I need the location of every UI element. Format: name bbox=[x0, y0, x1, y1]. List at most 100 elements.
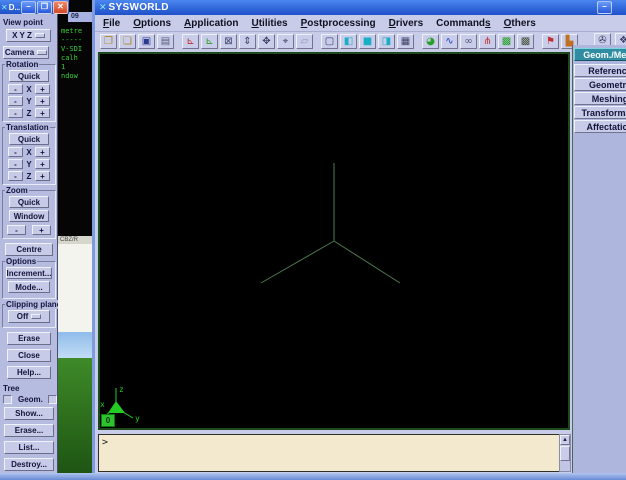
translation-quick-button[interactable]: Quick bbox=[9, 133, 49, 145]
tree-heading: Tree bbox=[3, 384, 58, 393]
translate-x-minus-button[interactable]: - bbox=[8, 147, 23, 157]
minimize-button[interactable]: – bbox=[597, 1, 612, 14]
geom-checkbox[interactable] bbox=[3, 395, 12, 404]
dialog-maximize-button[interactable]: ❒ bbox=[37, 1, 52, 14]
panel-button-reference[interactable]: Reference bbox=[574, 64, 626, 77]
zoom-label: Zoom bbox=[5, 186, 29, 195]
zoom-icon[interactable]: ⌖ bbox=[277, 34, 294, 49]
zoom-window-button[interactable]: Window bbox=[9, 210, 49, 222]
translate-x-plus-button[interactable]: + bbox=[35, 147, 50, 157]
hidden-line-cube-icon[interactable]: ◧ bbox=[340, 34, 357, 49]
menu-others[interactable]: Others bbox=[504, 18, 536, 29]
material-sphere-icon[interactable]: ◕ bbox=[422, 34, 439, 49]
bottom-edge-strip bbox=[0, 473, 626, 480]
save-icon[interactable]: ▣ bbox=[138, 34, 155, 49]
triad-y-label: y bbox=[135, 414, 140, 423]
translate-z-plus-button[interactable]: + bbox=[35, 171, 50, 181]
axis-y-label: Y bbox=[26, 97, 32, 106]
panel-button-geometry[interactable]: Geometry bbox=[574, 78, 626, 91]
dialog-minimize-button[interactable]: – bbox=[21, 1, 36, 14]
help-button[interactable]: Help... bbox=[7, 366, 51, 379]
rotate-x-minus-button[interactable]: - bbox=[8, 84, 23, 94]
translate-y-minus-button[interactable]: - bbox=[8, 159, 23, 169]
panel-button-affectation[interactable]: Affectation bbox=[574, 120, 626, 133]
titlebar[interactable]: ✕ SYSWORLD – bbox=[95, 0, 626, 15]
vertical-fit-icon[interactable]: ⇕ bbox=[239, 34, 256, 49]
glasses-icon[interactable]: ∞ bbox=[460, 34, 477, 49]
zoom-in-button[interactable]: + bbox=[32, 225, 51, 235]
tree-show-button[interactable]: Show... bbox=[4, 407, 54, 420]
menubar: File Options Application Utilities Postp… bbox=[95, 15, 626, 32]
command-input[interactable]: > bbox=[98, 434, 559, 472]
axes-icon[interactable]: ⊾ bbox=[182, 34, 199, 49]
print-icon[interactable]: ▤ bbox=[157, 34, 174, 49]
panel-button-geom-mesh[interactable]: Geom./Mesh bbox=[574, 48, 626, 61]
solid-cube-icon[interactable]: ◨ bbox=[378, 34, 395, 49]
open-file-icon[interactable]: ❐ bbox=[100, 34, 117, 49]
snapshot-icon[interactable]: ▩ bbox=[517, 34, 534, 49]
hierarchy-icon[interactable]: ⋔ bbox=[479, 34, 496, 49]
tree-destroy-button[interactable]: Destroy... bbox=[4, 458, 54, 471]
dialog-title: D... bbox=[9, 3, 20, 12]
eraser-icon[interactable]: ▱ bbox=[296, 34, 313, 49]
menu-file[interactable]: File bbox=[103, 18, 120, 29]
scroll-up-icon[interactable]: ▲ bbox=[560, 435, 570, 445]
erase-button[interactable]: Erase bbox=[7, 332, 51, 345]
menu-application[interactable]: Application bbox=[184, 18, 238, 29]
rotate-y-minus-button[interactable]: - bbox=[8, 96, 23, 106]
command-scrollbar[interactable]: ▲ bbox=[559, 434, 571, 472]
rotate-z-plus-button[interactable]: + bbox=[35, 108, 50, 118]
rotate-y-plus-button[interactable]: + bbox=[35, 96, 50, 106]
camera-option-menu[interactable]: Camera bbox=[3, 46, 49, 59]
screen: 09 metre ----- V-SDI calh 1 ndow CBZ/R v… bbox=[0, 0, 626, 480]
xyz-option-menu[interactable]: X Y Z bbox=[6, 29, 51, 42]
tree-erase-button[interactable]: Erase... bbox=[4, 424, 54, 437]
panel-button-meshing[interactable]: Meshing bbox=[574, 92, 626, 105]
zoom-quick-button[interactable]: Quick bbox=[9, 196, 49, 208]
zoom-out-button[interactable]: - bbox=[7, 225, 26, 235]
clipping-option-menu[interactable]: Off bbox=[8, 310, 50, 323]
increment-button[interactable]: Increment... bbox=[6, 267, 52, 279]
translation-group: Translation Quick - X + - Y + - Z + bbox=[2, 127, 56, 185]
rotation-quick-button[interactable]: Quick bbox=[9, 70, 49, 82]
menu-options[interactable]: Options bbox=[133, 18, 171, 29]
fit-view-icon[interactable]: ⊠ bbox=[220, 34, 237, 49]
wallpaper-sky bbox=[58, 332, 94, 358]
tree-list-button[interactable]: List... bbox=[4, 441, 54, 454]
centre-button[interactable]: Centre bbox=[5, 243, 53, 256]
pan-icon[interactable]: ✥ bbox=[258, 34, 275, 49]
mesh-cube-icon[interactable]: ▦ bbox=[397, 34, 414, 49]
menu-drivers[interactable]: Drivers bbox=[389, 18, 423, 29]
options-label: Options bbox=[5, 257, 37, 266]
curve-plot-icon[interactable]: ∿ bbox=[441, 34, 458, 49]
corner-axes-icon[interactable]: ⊾ bbox=[201, 34, 218, 49]
image-icon[interactable]: ▩ bbox=[498, 34, 515, 49]
rotate-z-minus-button[interactable]: - bbox=[8, 108, 23, 118]
close-button[interactable]: Close bbox=[7, 349, 51, 362]
wireframe-cube-icon[interactable]: ▢ bbox=[321, 34, 338, 49]
rotate-x-plus-button[interactable]: + bbox=[35, 84, 50, 94]
translate-z-minus-button[interactable]: - bbox=[8, 171, 23, 181]
rotation-group: Rotation Quick - X + - Y + - Z + bbox=[2, 64, 56, 122]
menu-postprocessing[interactable]: Postprocessing bbox=[301, 18, 376, 29]
viewpoint-dialog-titlebar[interactable]: ✕ D... – ❒ ✕ bbox=[0, 0, 69, 14]
scrollbar-thumb[interactable] bbox=[560, 446, 570, 461]
option-menu-dash-icon bbox=[31, 314, 41, 319]
zoom-group: Zoom Quick Window - + bbox=[2, 190, 56, 239]
viewport[interactable]: z x y 0 bbox=[98, 52, 570, 430]
right-panel: Geom./Mesh Reference Geometry Meshing Tr… bbox=[572, 45, 626, 473]
command-area: > ▲ bbox=[98, 434, 571, 472]
open-folder-icon[interactable]: ❏ bbox=[119, 34, 136, 49]
dialog-logo-icon: ✕ bbox=[1, 3, 8, 12]
dialog-close-button[interactable]: ✕ bbox=[53, 1, 68, 14]
axis-x-label: X bbox=[26, 85, 32, 94]
mesh-checkbox[interactable] bbox=[48, 395, 57, 404]
xterm-titlebar: 09 bbox=[68, 12, 94, 22]
menu-utilities[interactable]: Utilities bbox=[251, 18, 287, 29]
panel-button-transformation[interactable]: Transformati. bbox=[574, 106, 626, 119]
mode-button[interactable]: Mode... bbox=[8, 281, 50, 293]
menu-commands[interactable]: Commands bbox=[436, 18, 490, 29]
translate-y-plus-button[interactable]: + bbox=[35, 159, 50, 169]
shaded-cube-icon[interactable]: ■ bbox=[359, 34, 376, 49]
flag-icon[interactable]: ⚑ bbox=[542, 34, 559, 49]
